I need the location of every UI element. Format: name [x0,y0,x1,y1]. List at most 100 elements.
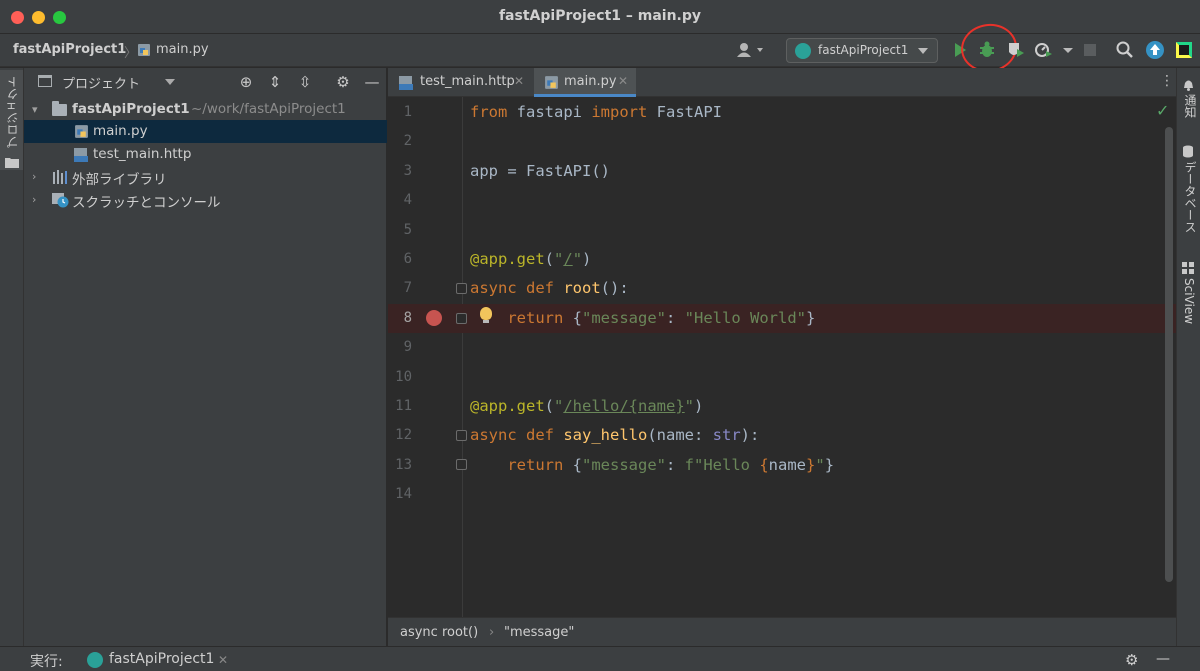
gear-icon[interactable]: ⚙ [334,73,352,91]
code-line[interactable]: 10 [388,363,1176,392]
chevron-down-icon[interactable] [165,79,175,85]
more-run-actions-chevron-icon[interactable] [1058,40,1078,60]
code-line[interactable]: 11 @app.get("/hello/{name}") [388,392,1176,421]
fold-marker-icon[interactable] [456,313,467,324]
window-title: fastApiProject1 – main.py [498,8,702,24]
breadcrumb-item[interactable]: "message" [504,625,574,640]
editor-scrollbar[interactable] [1165,127,1173,582]
code-text: return {"message": f"Hello {name}"} [507,455,835,474]
bell-icon [1184,80,1193,91]
close-icon[interactable]: ✕ [514,74,524,88]
code-text: return {"message": "Hello World"} [507,308,816,327]
stop-icon[interactable] [1080,40,1100,60]
line-number: 12 [395,427,412,444]
api-file-icon [399,76,413,90]
locate-file-icon[interactable]: ⊕ [237,73,255,91]
code-line[interactable]: 13 return {"message": f"Hello {name}"} [388,451,1176,480]
folder-icon [52,101,67,116]
database-icon [1183,145,1193,158]
fold-marker-icon[interactable] [456,430,467,441]
hide-icon[interactable]: — [363,73,381,91]
tree-item-label: スクラッチとコンソール [72,195,221,211]
folder-icon [5,158,19,168]
code-line[interactable]: 12 async def say_hello(name: str): [388,421,1176,450]
code-line[interactable]: 4 [388,186,1176,215]
inspection-ok-icon[interactable]: ✓ [1156,101,1169,120]
tab-label: test_main.http [420,74,515,89]
notifications-tool-window-tab[interactable]: 通知 [1182,94,1199,118]
code-line[interactable]: 1 from fastapi import FastAPI [388,98,1176,127]
fastapi-icon [87,652,103,668]
line-number: 9 [403,339,412,356]
code-text: @app.get("/") [470,250,592,268]
code-line[interactable]: 6 @app.get("/") [388,245,1176,274]
code-line-breakpoint[interactable]: 8 return {"message": "Hello World"} [388,303,1176,334]
tree-item-label: fastApiProject1 [72,101,190,117]
python-file-icon [138,44,150,56]
close-icon[interactable]: ✕ [618,74,628,88]
tree-item-external-libraries[interactable]: › 外部ライブラリ [24,165,387,188]
hide-icon[interactable]: — [1156,651,1170,667]
project-tool-window-label: プロジェクト [6,76,20,148]
line-number: 10 [395,368,412,385]
tree-item-test-main-http[interactable]: test_main.http [24,143,387,166]
code-text: from fastapi import FastAPI [470,103,722,121]
breadcrumb-separator: › [489,625,495,640]
code-line[interactable]: 2 [388,127,1176,156]
code-text: app = FastAPI() [470,161,610,180]
run-label: 実行: [30,654,63,670]
sciview-tool-window-tab[interactable]: SciView [1182,278,1196,324]
chevron-right-icon[interactable]: › [32,193,36,206]
python-file-icon [75,125,88,138]
line-number: 4 [403,192,412,209]
code-line[interactable]: 7 async def root(): [388,274,1176,303]
lightbulb-icon[interactable] [480,307,492,323]
profile-icon[interactable] [1034,40,1054,60]
code-text: @app.get("/hello/{name}") [470,397,704,415]
database-tool-window-tab[interactable]: データベース [1182,161,1199,233]
code-text: async def say_hello(name: str): [470,426,760,445]
project-pane-title[interactable]: プロジェクト [62,73,140,92]
breadcrumb-file[interactable]: main.py [156,42,209,57]
line-number: 14 [395,486,412,503]
ide-logo-icon[interactable] [1174,40,1194,60]
breadcrumb-project[interactable]: fastApiProject1 [13,42,126,57]
collapse-all-icon[interactable]: ⇳ [296,73,314,91]
tab-main-py[interactable]: main.py ✕ [534,68,636,97]
chevron-down-icon [918,48,928,54]
update-icon[interactable] [1145,40,1165,60]
line-number: 7 [403,280,412,297]
tree-item-scratches[interactable]: › スクラッチとコンソール [24,188,387,211]
code-line[interactable]: 3 app = FastAPI() [388,157,1176,186]
editor-breadcrumb: async root() › "message" [388,617,1200,646]
coverage-icon[interactable] [1006,40,1026,60]
code-line[interactable]: 5 [388,216,1176,245]
chevron-right-icon[interactable]: › [32,170,36,183]
run-tab-label[interactable]: fastApiProject1 [109,651,214,667]
grid-icon [1182,262,1194,274]
fold-marker-icon[interactable] [456,459,467,470]
code-text: async def root(): [470,279,629,298]
close-icon[interactable]: ✕ [218,653,228,667]
expand-all-icon[interactable]: ⇕ [266,73,284,91]
fold-marker-icon[interactable] [456,283,467,294]
more-options-icon[interactable]: ⋮ [1160,73,1174,89]
run-configuration-selector[interactable]: fastApiProject1 [786,38,938,63]
tree-item-path: ~/work/fastApiProject1 [191,101,346,117]
line-number: 1 [403,104,412,120]
user-account-icon[interactable] [735,42,765,58]
line-number: 6 [403,251,412,267]
code-line[interactable]: 9 [388,333,1176,362]
line-number: 5 [403,221,412,238]
code-editor[interactable]: 1 from fastapi import FastAPI 2 3 app = … [388,97,1176,617]
tree-item-main-py[interactable]: main.py [24,120,387,143]
tab-test-main-http[interactable]: test_main.http ✕ [388,68,531,97]
gear-icon[interactable]: ⚙ [1125,651,1138,669]
search-icon[interactable] [1115,40,1135,60]
api-file-icon [74,148,88,162]
breakpoint-icon[interactable] [426,310,442,326]
breadcrumb-function[interactable]: async root() [400,625,478,640]
code-line[interactable]: 14 [388,480,1176,509]
chevron-down-icon[interactable]: ▾ [32,103,38,116]
tree-item-project-root[interactable]: ▾ fastApiProject1 ~/work/fastApiProject1 [24,98,387,121]
